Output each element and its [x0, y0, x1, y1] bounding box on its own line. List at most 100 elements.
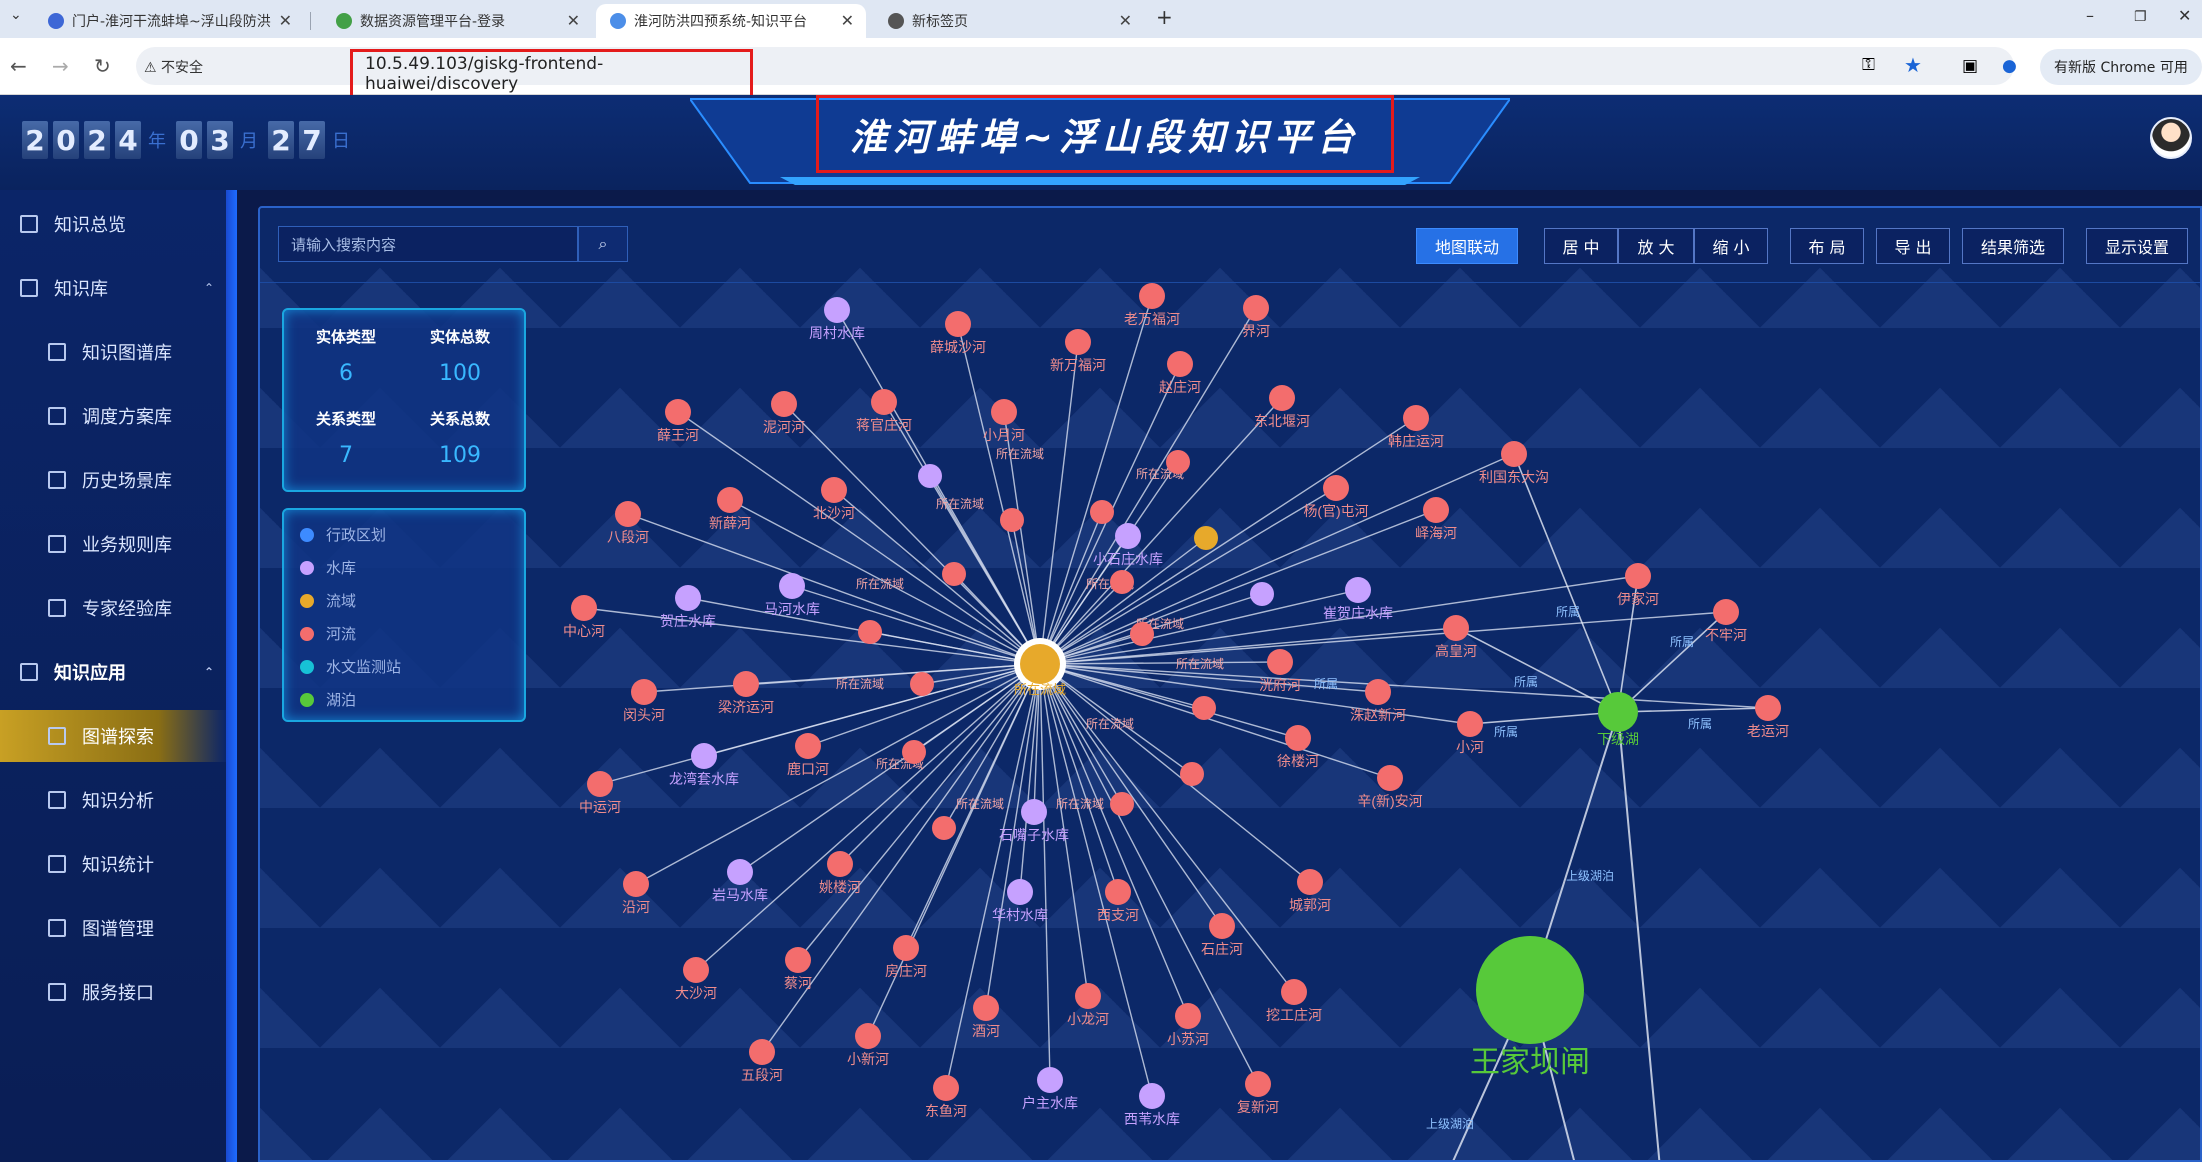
omnibox[interactable]: ⚠ 不安全 10.5.49.103/giskg-frontend-huaiwei… — [136, 47, 2014, 99]
chevron-up-icon[interactable]: ⌃ — [204, 281, 214, 295]
legend-item[interactable]: 水文监测站 — [300, 656, 401, 677]
graph-node[interactable] — [933, 1075, 959, 1101]
sidebar-item-10[interactable]: 知识统计 — [0, 838, 226, 890]
graph-node-inner[interactable] — [1110, 570, 1134, 594]
graph-node[interactable] — [665, 399, 691, 425]
graph-node[interactable] — [827, 851, 853, 877]
graph-node[interactable] — [1007, 879, 1033, 905]
graph-node[interactable] — [1115, 523, 1141, 549]
sidebar-item-3[interactable]: 调度方案库 — [0, 390, 226, 442]
graph-hub-wjbz[interactable] — [1476, 936, 1584, 1044]
sidebar-item-1[interactable]: 知识库 ⌃ — [0, 262, 226, 314]
tab-close-icon[interactable]: ✕ — [1119, 11, 1132, 30]
graph-node[interactable] — [683, 957, 709, 983]
graph-node-inner[interactable] — [1130, 622, 1154, 646]
graph-hub-lake[interactable] — [1598, 692, 1638, 732]
graph-node[interactable] — [1075, 983, 1101, 1009]
graph-node[interactable] — [1501, 441, 1527, 467]
graph-node[interactable] — [1755, 695, 1781, 721]
sidebar-item-7[interactable]: 知识应用 ⌃ — [0, 646, 226, 698]
chrome-update-button[interactable]: 有新版 Chrome 可用 — [2040, 49, 2202, 85]
graph-node[interactable] — [1345, 577, 1371, 603]
search-input[interactable]: 请输入搜索内容 — [278, 226, 578, 262]
browser-tab-2[interactable]: 淮河防洪四预系统-知识平台 ✕ — [596, 4, 866, 38]
graph-node[interactable] — [1713, 599, 1739, 625]
legend-item[interactable]: 湖泊 — [300, 689, 356, 710]
zoom-out-button[interactable]: 缩 小 — [1694, 228, 1768, 264]
graph-node[interactable] — [785, 947, 811, 973]
graph-node[interactable] — [1625, 563, 1651, 589]
graph-node[interactable] — [615, 501, 641, 527]
filter-button[interactable]: 结果筛选 — [1962, 228, 2064, 264]
graph-node[interactable] — [871, 389, 897, 415]
map-link-button[interactable]: 地图联动 — [1416, 228, 1518, 264]
graph-node-inner[interactable] — [932, 816, 956, 840]
search-button[interactable]: ⌕ — [578, 226, 628, 262]
graph-node[interactable] — [1457, 711, 1483, 737]
graph-node[interactable] — [795, 733, 821, 759]
reload-icon[interactable]: ↻ — [94, 54, 111, 78]
graph-node-inner[interactable] — [902, 740, 926, 764]
back-icon[interactable]: ← — [10, 54, 27, 78]
legend-item[interactable]: 行政区划 — [300, 524, 386, 545]
tab-search-icon[interactable]: ⌄ — [10, 7, 22, 23]
side-panel-icon[interactable]: ▣ — [1962, 56, 1978, 76]
close-window-icon[interactable]: ✕ — [2178, 6, 2191, 25]
graph-node[interactable] — [691, 743, 717, 769]
zoom-in-button[interactable]: 放 大 — [1618, 228, 1694, 264]
graph-node[interactable] — [1443, 615, 1469, 641]
graph-node[interactable] — [1065, 329, 1091, 355]
graph-node[interactable] — [779, 573, 805, 599]
graph-node[interactable] — [1269, 385, 1295, 411]
graph-node-inner[interactable] — [910, 672, 934, 696]
sidebar-item-6[interactable]: 专家经验库 — [0, 582, 226, 634]
export-button[interactable]: 导 出 — [1876, 228, 1950, 264]
graph-node[interactable] — [733, 671, 759, 697]
graph-node[interactable] — [1105, 879, 1131, 905]
bookmark-star-icon[interactable]: ★ — [1904, 53, 1922, 77]
graph-node[interactable] — [991, 399, 1017, 425]
graph-node-inner[interactable] — [918, 464, 942, 488]
new-tab-button[interactable]: + — [1156, 5, 1173, 29]
graph-node[interactable] — [1245, 1071, 1271, 1097]
graph-node-inner[interactable] — [1194, 526, 1218, 550]
profile-icon[interactable]: ● — [2002, 56, 2017, 76]
graph-node-inner[interactable] — [858, 620, 882, 644]
graph-node[interactable] — [973, 995, 999, 1021]
graph-node-inner[interactable] — [1250, 582, 1274, 606]
graph-node[interactable] — [945, 311, 971, 337]
graph-node[interactable] — [1377, 765, 1403, 791]
graph-node[interactable] — [1297, 869, 1323, 895]
graph-node[interactable] — [1037, 1067, 1063, 1093]
sidebar-item-0[interactable]: 知识总览 — [0, 198, 226, 250]
graph-node-inner[interactable] — [1192, 696, 1216, 720]
sidebar-item-5[interactable]: 业务规则库 — [0, 518, 226, 570]
graph-node[interactable] — [571, 595, 597, 621]
graph-node[interactable] — [1403, 405, 1429, 431]
key-icon[interactable]: ⚿ — [1862, 55, 1875, 75]
sidebar-item-12[interactable]: 服务接口 — [0, 966, 226, 1018]
graph-node-inner[interactable] — [1166, 450, 1190, 474]
sidebar-item-9[interactable]: 知识分析 — [0, 774, 226, 826]
legend-item[interactable]: 河流 — [300, 623, 356, 644]
browser-tab-0[interactable]: 门户-淮河干流蚌埠~浮山段防洪 ✕ — [34, 4, 304, 38]
graph-node[interactable] — [855, 1023, 881, 1049]
insecure-badge[interactable]: ⚠ 不安全 — [144, 57, 203, 77]
graph-node[interactable] — [631, 679, 657, 705]
legend-item[interactable]: 水库 — [300, 557, 356, 578]
graph-node[interactable] — [1209, 913, 1235, 939]
graph-node[interactable] — [727, 859, 753, 885]
graph-node[interactable] — [1139, 1083, 1165, 1109]
tab-close-icon[interactable]: ✕ — [567, 11, 580, 30]
browser-tab-3[interactable]: 新标签页 ✕ — [874, 4, 1144, 38]
graph-node-inner[interactable] — [1000, 508, 1024, 532]
layout-button[interactable]: 布 局 — [1790, 228, 1864, 264]
graph-node[interactable] — [1285, 725, 1311, 751]
sidebar-item-11[interactable]: 图谱管理 — [0, 902, 226, 954]
graph-hub-basin[interactable] — [1020, 644, 1060, 684]
graph-node[interactable] — [675, 585, 701, 611]
graph-node[interactable] — [717, 487, 743, 513]
graph-node[interactable] — [824, 297, 850, 323]
sidebar-item-8[interactable]: 图谱探索 — [0, 710, 226, 762]
graph-node-inner[interactable] — [942, 562, 966, 586]
